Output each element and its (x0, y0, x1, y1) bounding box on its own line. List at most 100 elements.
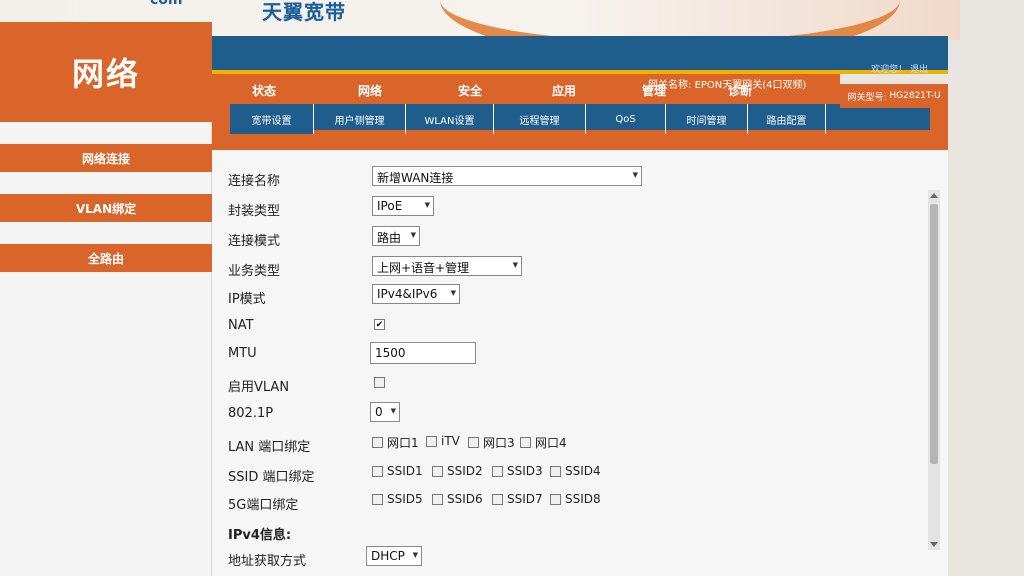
connection-mode-select[interactable]: 路由 (372, 226, 420, 246)
checkbox-box (432, 493, 443, 505)
option-label: SSID1 (387, 464, 423, 478)
option-label: SSID3 (507, 464, 543, 478)
lan-port-1-checkbox[interactable]: 网口1 (372, 434, 419, 451)
checkbox-box (432, 465, 443, 477)
lan-port-3-checkbox[interactable]: 网口3 (468, 434, 515, 451)
option-label: SSID2 (447, 464, 483, 478)
ssid7-checkbox[interactable]: SSID7 (492, 492, 543, 506)
connection-name-select[interactable]: 新增WAN连接 (372, 166, 642, 186)
tab-wlan-settings[interactable]: WLAN设置 (406, 104, 494, 134)
row-mtu: MTU 1500 (228, 342, 788, 366)
encapsulation-select[interactable]: IPoE (372, 196, 434, 216)
option-label: SSID6 (447, 492, 483, 506)
banner-swoosh (440, 0, 900, 40)
lan-itv-checkbox[interactable]: iTV (426, 434, 460, 448)
ipv4-section-title: IPv4信息: (228, 528, 292, 543)
tab-remote-management[interactable]: 远程管理 (494, 104, 586, 134)
row-nat: NAT ✔ (228, 314, 788, 338)
row-lan-binding: LAN 端口绑定 网口1 iTV 网口3 网口4 (228, 432, 788, 456)
select-value: 0 (375, 405, 383, 419)
select-value: 上网+语音+管理 (377, 261, 470, 275)
service-type-select[interactable]: 上网+语音+管理 (372, 256, 522, 276)
tab-user-side-management[interactable]: 用户侧管理 (314, 104, 406, 134)
row-enable-vlan: 启用VLAN (228, 372, 788, 396)
scroll-down-arrow-icon[interactable] (930, 542, 938, 547)
gateway-model-label: 网关型号: (847, 92, 887, 103)
connection-name-label: 连接名称 (228, 174, 281, 189)
sidebar-item-vlan-binding[interactable]: VLAN绑定 (0, 194, 212, 222)
ssid1-checkbox[interactable]: SSID1 (372, 464, 423, 478)
option-label: iTV (441, 434, 460, 448)
5g-binding-label: 5G端口绑定 (228, 498, 299, 513)
address-method-label: 地址获取方式 (228, 554, 307, 569)
ssid2-checkbox[interactable]: SSID2 (432, 464, 483, 478)
option-label: SSID7 (507, 492, 543, 506)
nav-status[interactable]: 状态 (252, 82, 276, 99)
service-type-label: 业务类型 (228, 264, 281, 279)
sidebar-item-full-routing[interactable]: 全路由 (0, 244, 212, 272)
checkbox-box (468, 437, 479, 448)
checkbox-box (550, 493, 561, 505)
select-value: IPoE (377, 199, 403, 213)
row-5g-binding: 5G端口绑定 SSID5 SSID6 SSID7 SSID8 (228, 490, 788, 514)
checkbox-box (492, 493, 503, 505)
nav-network[interactable]: 网络 (358, 82, 382, 99)
address-method-select[interactable]: DHCP (366, 546, 422, 566)
scroll-up-arrow-icon[interactable] (930, 193, 938, 198)
wan-form: 连接名称 新增WAN连接 封装类型 IPoE 连接模式 路由 业务类型 上网+语… (212, 150, 948, 576)
select-value: DHCP (371, 549, 405, 563)
ssid4-checkbox[interactable]: SSID4 (550, 464, 601, 478)
ip-mode-select[interactable]: IPv4&IPv6 (372, 284, 460, 304)
logo-fragment: com (150, 0, 183, 8)
welcome-logout-link[interactable]: 欢迎您！ 退出 (871, 62, 928, 75)
select-value: IPv4&IPv6 (377, 287, 438, 301)
row-connection-name: 连接名称 新增WAN连接 (228, 166, 788, 190)
option-label: SSID5 (387, 492, 423, 506)
scroll-thumb[interactable] (930, 204, 938, 464)
checkbox-box (372, 437, 383, 448)
tab-routing-config[interactable]: 路由配置 (748, 104, 826, 134)
header-strip (212, 36, 948, 72)
dot1p-select[interactable]: 0 (370, 402, 400, 422)
nat-checkbox[interactable]: ✔ (374, 319, 385, 330)
checkbox-box (372, 493, 383, 505)
tab-broadband-settings[interactable]: 宽带设置 (230, 104, 314, 134)
mtu-input[interactable]: 1500 (370, 342, 476, 364)
row-ipv4-section: IPv4信息: (228, 520, 788, 544)
nav-security[interactable]: 安全 (458, 82, 482, 99)
checkbox-box (550, 465, 561, 477)
tab-qos[interactable]: QoS (586, 104, 666, 134)
lan-binding-label: LAN 端口绑定 (228, 440, 311, 455)
nat-label: NAT (228, 318, 254, 333)
checkbox-box (492, 465, 503, 477)
ssid6-checkbox[interactable]: SSID6 (432, 492, 483, 506)
lan-port-4-checkbox[interactable]: 网口4 (520, 434, 567, 451)
sidebar-item-network-connection[interactable]: 网络连接 (0, 144, 212, 172)
sidebar: 网络连接 VLAN绑定 全路由 (0, 122, 212, 576)
option-label: SSID8 (565, 492, 601, 506)
checkbox-box (520, 437, 531, 448)
sidebar-item-label: 网络连接 (81, 151, 130, 166)
gateway-name-label: 网关名称: (648, 80, 692, 91)
section-title: 网络 (0, 22, 212, 122)
row-service-type: 业务类型 上网+语音+管理 (228, 256, 788, 280)
select-value: 新增WAN连接 (377, 171, 454, 185)
gateway-name: 网关名称: EPON天翼网关(4口双频) (648, 76, 806, 91)
tab-label: QoS (615, 113, 636, 125)
row-ip-mode: IP模式 IPv4&IPv6 (228, 284, 788, 308)
enable-vlan-checkbox[interactable] (374, 377, 385, 388)
nav-applications[interactable]: 应用 (552, 82, 576, 99)
ssid-binding-label: SSID 端口绑定 (228, 470, 315, 485)
ssid3-checkbox[interactable]: SSID3 (492, 464, 543, 478)
gateway-model-value: HG2821T-U (889, 91, 941, 101)
select-value: 路由 (377, 231, 402, 245)
brand-logo: 天翼宽带 (262, 0, 346, 24)
vertical-scrollbar[interactable] (928, 190, 940, 550)
row-address-method: 地址获取方式 DHCP (228, 546, 788, 570)
row-connection-mode: 连接模式 路由 (228, 226, 788, 250)
ssid5-checkbox[interactable]: SSID5 (372, 492, 423, 506)
ssid8-checkbox[interactable]: SSID8 (550, 492, 601, 506)
option-label: 网口3 (483, 436, 515, 450)
tab-time-management[interactable]: 时间管理 (666, 104, 748, 134)
gateway-model: 网关型号: HG2821T-U (840, 84, 948, 108)
